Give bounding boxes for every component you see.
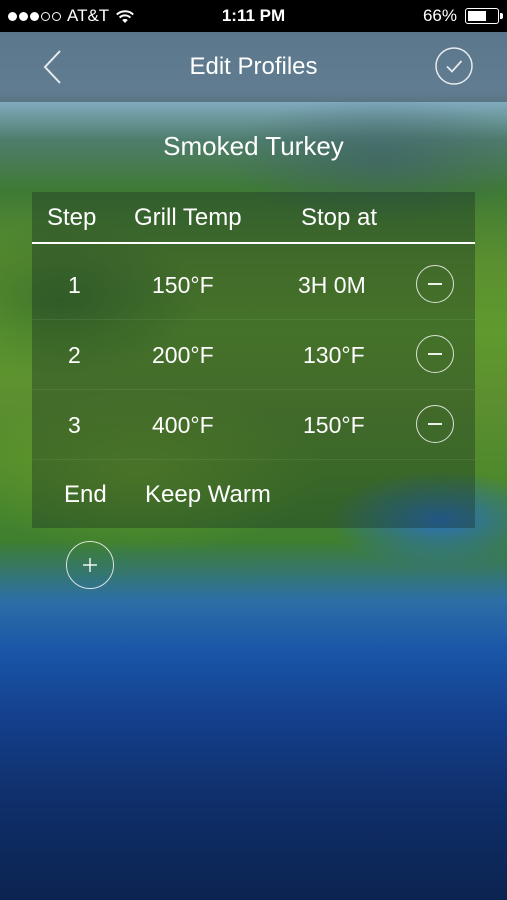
- row-grill-temp: 150°F: [152, 272, 214, 298]
- save-button[interactable]: [435, 47, 473, 85]
- minus-circle-icon: [428, 283, 442, 285]
- table-header: Step Grill Temp Stop at: [32, 192, 475, 244]
- status-right: 66%: [422, 6, 503, 26]
- end-row[interactable]: End Keep Warm: [32, 460, 475, 528]
- battery-percentage: 66%: [422, 6, 457, 25]
- minus-circle-icon: [428, 423, 442, 425]
- row-step: 3: [68, 412, 81, 438]
- header-stop-at: Stop at: [301, 204, 378, 231]
- row-step: 1: [68, 272, 81, 298]
- profile-name[interactable]: Smoked Turkey: [0, 131, 507, 162]
- row-stop-at: 130°F: [303, 342, 365, 368]
- remove-step-button[interactable]: [416, 335, 454, 373]
- table-row[interactable]: 1 150°F 3H 0M: [32, 250, 475, 320]
- remove-step-button[interactable]: [416, 265, 454, 303]
- remove-step-button[interactable]: [416, 405, 454, 443]
- table-row[interactable]: 3 400°F 150°F: [32, 390, 475, 460]
- checkmark-circle-icon: [435, 47, 473, 85]
- plus-circle-icon: [83, 558, 97, 572]
- header-step: Step: [47, 204, 97, 231]
- minus-circle-icon: [428, 353, 442, 355]
- table-row[interactable]: 2 200°F 130°F: [32, 320, 475, 390]
- battery-fill: [468, 11, 487, 21]
- row-step: 2: [68, 342, 81, 368]
- row-stop-at: 150°F: [303, 412, 365, 438]
- header-grill-temp: Grill Temp: [134, 204, 242, 231]
- row-grill-temp: 400°F: [152, 412, 214, 438]
- page-title: Edit Profiles: [189, 53, 318, 80]
- row-stop-at: 3H 0M: [298, 272, 366, 298]
- row-grill-temp: 200°F: [152, 342, 214, 368]
- status-bar: AT&T 1:11 PM 66%: [0, 0, 507, 32]
- add-step-button[interactable]: [66, 541, 114, 589]
- end-action: Keep Warm: [145, 481, 271, 508]
- nav-bar: Edit Profiles: [0, 32, 507, 102]
- end-label: End: [64, 481, 107, 508]
- battery-icon: [465, 8, 503, 24]
